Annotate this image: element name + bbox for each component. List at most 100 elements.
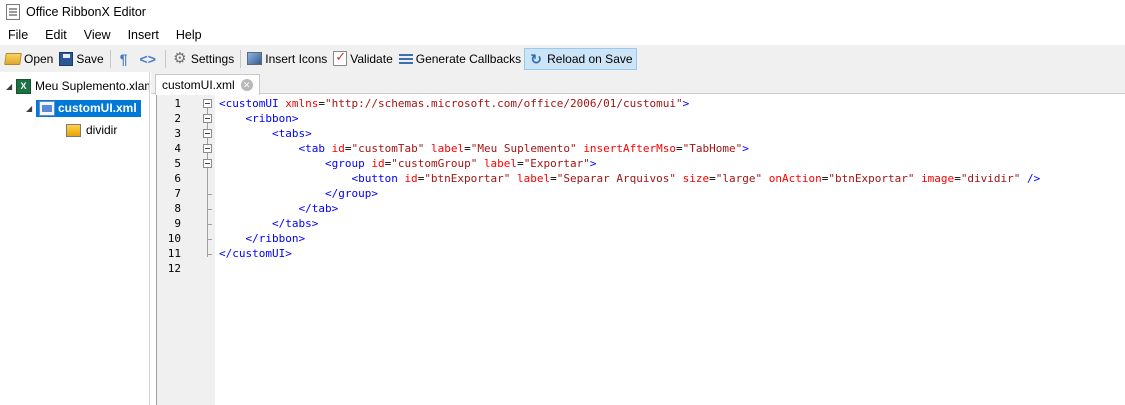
pilcrow-icon: ¶: [119, 50, 128, 67]
code-line: <ribbon>: [219, 111, 299, 126]
code-line: </group>: [219, 186, 378, 201]
code-line: </tabs>: [219, 216, 318, 231]
code-lines-icon: [398, 53, 413, 65]
line-number: 6: [174, 172, 181, 185]
xml-editor[interactable]: 1 2 3 4 5 6 7 8 9 10 11 12 <customUI xml…: [156, 95, 1125, 405]
xml-attribute: image: [921, 172, 955, 185]
gear-icon: ⚙: [173, 49, 187, 67]
fold-end-marker: [207, 224, 212, 225]
collapse-icon[interactable]: ◢: [26, 104, 36, 113]
code-line: <tab id="customTab" label="Meu Suplement…: [298, 142, 749, 155]
code-line: </customUI>: [219, 246, 292, 261]
checklist-icon: [333, 49, 348, 66]
fold-end-marker: [207, 194, 212, 195]
fold-toggle-icon[interactable]: [203, 129, 212, 138]
xml-tag: <customUI: [219, 97, 279, 110]
tab-customui-xml[interactable]: customUI.xml ✕: [155, 74, 260, 95]
save-label: Save: [76, 51, 104, 66]
menu-help[interactable]: Help: [167, 28, 210, 42]
tree-item-customui-selected: customUI.xml: [36, 99, 141, 117]
xml-attribute: xmlns: [285, 97, 319, 110]
code-line: </tab>: [219, 201, 338, 216]
xml-value: "Meu Suplemento": [470, 142, 577, 155]
collapse-icon[interactable]: ◢: [6, 82, 16, 91]
xml-tag: <group: [324, 157, 365, 170]
line-number: 2: [174, 112, 181, 125]
menu-bar: File Edit View Insert Help: [0, 24, 1125, 45]
open-button[interactable]: Open: [2, 48, 56, 70]
xml-attribute: label: [517, 172, 551, 185]
line-number: 9: [174, 217, 181, 230]
fold-toggle-icon[interactable]: [203, 144, 212, 153]
tree-item-image[interactable]: dividir: [66, 120, 117, 140]
tree-item-image-label: dividir: [86, 123, 118, 137]
xml-attribute: id: [371, 157, 385, 170]
xml-value: "TabHome": [682, 142, 743, 155]
toolbar-separator: [109, 49, 111, 68]
fold-toggle-icon[interactable]: [203, 114, 212, 123]
window-title: Office RibbonX Editor: [26, 5, 146, 19]
insert-icons-label: Insert Icons: [265, 51, 328, 66]
toolbar-separator: [164, 49, 166, 68]
xml-value: "customGroup": [391, 157, 478, 170]
xml-tag: </customUI>: [219, 247, 292, 260]
xml-tag: </ribbon>: [245, 232, 306, 245]
close-icon[interactable]: ✕: [240, 79, 253, 91]
line-number-gutter: 1 2 3 4 5 6 7 8 9 10 11 12: [157, 95, 215, 405]
xml-attribute: size: [682, 172, 710, 185]
code-line: <button id="btnExportar" label="Separar …: [351, 172, 1041, 185]
line-number: 1: [174, 97, 181, 110]
toolbar: Open Save ¶ <> ⚙ Settings Insert Icons V…: [0, 45, 1125, 72]
xml-tag: <button: [351, 172, 398, 185]
settings-button[interactable]: ⚙ Settings: [169, 48, 237, 70]
xml-attribute: id: [404, 172, 418, 185]
code-line: </ribbon>: [219, 231, 306, 246]
line-number: 11: [167, 247, 181, 260]
xml-attribute: label: [430, 142, 465, 155]
xml-tag: </tab>: [298, 202, 339, 215]
xml-value: "btnExportar": [424, 172, 511, 185]
xml-tag: />: [1027, 172, 1041, 185]
xml-value: "Separar Arquivos": [556, 172, 676, 185]
code-line: <customUI xmlns="http://schemas.microsof…: [219, 97, 690, 110]
code-area[interactable]: <customUI xmlns="http://schemas.microsof…: [219, 95, 1119, 405]
menu-edit[interactable]: Edit: [36, 28, 75, 42]
validate-button[interactable]: Validate: [330, 48, 395, 70]
menu-file[interactable]: File: [0, 28, 36, 42]
excel-file-icon: X: [16, 78, 31, 94]
reload-on-save-label: Reload on Save: [547, 51, 633, 66]
xml-value: "http://schemas.microsoft.com/office/200…: [324, 97, 683, 110]
xml-tag: <tabs>: [271, 127, 312, 140]
xml-attribute: insertAfterMso: [583, 142, 677, 155]
generate-callbacks-button[interactable]: Generate Callbacks: [396, 48, 524, 70]
code-line: <tabs>: [219, 126, 312, 141]
menu-insert[interactable]: Insert: [119, 28, 167, 42]
tree-item-workbook[interactable]: ◢ X Meu Suplemento.xlam: [6, 76, 149, 96]
show-whitespace-button[interactable]: ¶: [114, 48, 134, 70]
tree-item-customui[interactable]: ◢ customUI.xml: [26, 98, 141, 118]
format-code-button[interactable]: <>: [134, 48, 162, 70]
reload-on-save-toggle[interactable]: ↻ Reload on Save: [524, 47, 637, 70]
image-icon: [66, 123, 81, 137]
document-tab-strip: customUI.xml ✕: [151, 72, 1125, 95]
line-number: 10: [167, 232, 181, 245]
fold-toggle-icon[interactable]: [203, 99, 212, 108]
code-line: <group id="customGroup" label="Exportar"…: [324, 157, 597, 170]
menu-view[interactable]: View: [75, 28, 119, 42]
line-number: 4: [174, 142, 181, 155]
code-brackets-icon: <>: [139, 50, 156, 67]
line-number: 3: [174, 127, 181, 140]
fold-toggle-icon[interactable]: [203, 159, 212, 168]
title-bar: Office RibbonX Editor: [0, 0, 1125, 24]
folder-open-icon: [4, 52, 22, 65]
app-icon: [6, 4, 20, 20]
xml-value: "Exportar": [523, 157, 590, 170]
xml-tag: <tab: [298, 142, 325, 155]
tree-item-customui-label: customUI.xml: [58, 101, 137, 115]
xml-file-icon: [39, 100, 55, 116]
xml-value: "btnExportar": [828, 172, 915, 185]
xml-tag: </group>: [324, 187, 378, 200]
save-button[interactable]: Save: [56, 48, 106, 70]
insert-icons-button[interactable]: Insert Icons: [244, 48, 330, 70]
floppy-disk-icon: [59, 51, 74, 66]
